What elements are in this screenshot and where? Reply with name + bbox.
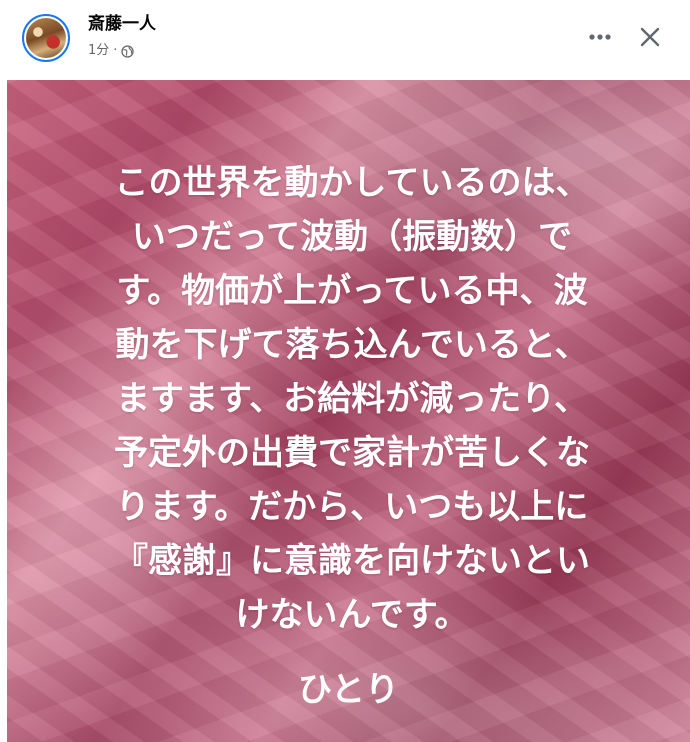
quote-line: す。物価が上がっている中、波 — [116, 271, 588, 311]
facebook-post: 斎藤一人 1分 · この世界を動かしているのは、 いつだって波動（振動数）で す… — [0, 0, 690, 742]
quote-line: 予定外の出費で家計が苦しくな — [114, 433, 590, 473]
more-horizontal-icon — [589, 34, 611, 40]
close-icon — [640, 27, 660, 47]
post-meta: 1分 · — [88, 42, 135, 60]
quote-line: いつだって波動（振動数）で — [131, 217, 573, 257]
quote-signature: ひとり — [298, 670, 399, 710]
quote-text: この世界を動かしているのは、 いつだって波動（振動数）で す。物価が上がっている… — [47, 156, 657, 642]
quote-line: ります。だから、いつも以上に — [115, 487, 589, 527]
quote-line: この世界を動かしているのは、 — [114, 163, 590, 203]
post-time[interactable]: 1分 — [88, 42, 109, 60]
avatar-photo — [26, 18, 66, 58]
meta-separator: · — [113, 43, 118, 58]
quote-line: ますます、お給料が減ったり、 — [116, 379, 588, 419]
post-header: 斎藤一人 1分 · — [0, 0, 690, 80]
quote-line: 『感謝』に意識を向けないとい — [114, 541, 590, 581]
post-image[interactable]: この世界を動かしているのは、 いつだって波動（振動数）で す。物価が上がっている… — [7, 80, 690, 742]
author-name[interactable]: 斎藤一人 — [88, 14, 156, 34]
author-avatar[interactable] — [22, 14, 70, 62]
quote-line: けないんです。 — [235, 595, 469, 635]
quote-line: 動を下げて落ち込んでいると、 — [115, 325, 589, 365]
more-options-button[interactable] — [582, 22, 618, 52]
globe-icon[interactable] — [121, 44, 135, 58]
close-button[interactable] — [632, 20, 668, 54]
